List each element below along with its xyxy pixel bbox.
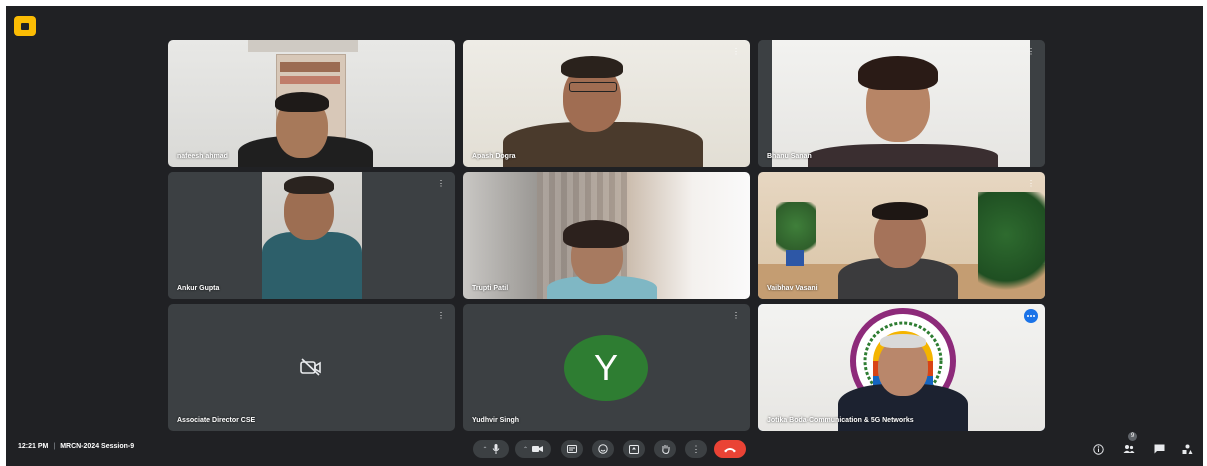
emoji-button[interactable] [592,440,614,458]
video-feed [168,172,455,299]
participant-tile[interactable]: ⋮ Vaibhav Vasani [758,172,1045,299]
video-feed [168,40,455,167]
more-options-icon[interactable]: ⋮ [435,310,447,322]
end-call-button[interactable] [714,440,746,458]
meet-tab-icon[interactable] [14,16,36,36]
end-call-icon [724,447,736,452]
more-options-icon[interactable]: ⋮ [1025,178,1037,190]
people-icon[interactable] [1122,442,1136,456]
participant-name: Bhanu Sanan [767,153,812,160]
more-options-icon[interactable]: ⋮ [435,178,447,190]
participant-tile[interactable]: nafeesh ahmad [168,40,455,167]
participant-count-badge: 9 [1128,432,1137,441]
info-icon[interactable] [1091,442,1105,456]
participant-tile-active-speaker[interactable]: Jotika Boda-Communication & 5G Networks [758,304,1045,431]
meeting-info: 12:21 PM | MRCN-2024 Session-9 [18,443,134,450]
camera-icon [532,446,544,452]
captions-button[interactable] [561,440,583,458]
separator: | [53,443,56,450]
participant-name: Yudhvir Singh [472,417,520,424]
more-options-button[interactable]: ⋮ [685,440,707,458]
participant-avatar: Y [564,335,648,401]
more-options-icon: ⋮ [691,443,701,454]
participant-name: Associate Director CSE [177,417,256,424]
more-options-icon[interactable]: ⋮ [730,310,742,322]
more-options-icon[interactable]: ⋮ [1025,46,1037,58]
speaking-indicator-icon [1024,309,1038,323]
activities-icon[interactable] [1180,442,1194,456]
participant-name: Vaibhav Vasani [767,285,818,292]
more-options-icon[interactable]: ⋮ [730,46,742,58]
participant-tile[interactable]: Trupti Patil [463,172,750,299]
participant-tile[interactable]: ⋮ Bhanu Sanan [758,40,1045,167]
mic-icon [492,444,499,454]
chevron-up-icon[interactable]: ⌃ [523,446,528,453]
video-feed [758,40,1045,167]
raise-hand-button[interactable] [654,440,676,458]
raise-hand-icon [661,445,669,454]
chat-icon[interactable] [1152,442,1166,456]
video-feed [463,40,750,167]
chevron-up-icon[interactable]: ⌃ [482,446,487,453]
meeting-time: 12:21 PM [18,443,49,450]
camera-off-icon [300,358,321,376]
mic-button[interactable]: ⌃ [473,440,509,458]
participant-tile[interactable]: Y ⋮ Yudhvir Singh [463,304,750,431]
captions-icon [567,445,577,453]
participant-name: Jotika Boda-Communication & 5G Networks [767,417,914,424]
participant-name: Trupti Patil [472,285,509,292]
participant-name: Ankur Gupta [177,285,220,292]
meet-window: nafeesh ahmad ⋮ Apash Dogra ⋮ Bhanu Sana… [6,6,1203,466]
participant-tile[interactable]: ⋮ Ankur Gupta [168,172,455,299]
video-feed [463,172,750,299]
meeting-title: MRCN-2024 Session-9 [60,443,135,450]
camera-button[interactable]: ⌃ [515,440,551,458]
meeting-toolbar: 12:21 PM | MRCN-2024 Session-9 ⌃ ⌃ ⋮ 9 [6,432,1203,466]
present-icon [629,444,639,454]
participant-tile[interactable]: ⋮ Apash Dogra [463,40,750,167]
video-feed [758,304,1045,431]
participant-name: Apash Dogra [472,153,516,160]
participant-tile[interactable]: ⋮ Associate Director CSE [168,304,455,431]
emoji-icon [598,444,608,454]
participant-name: nafeesh ahmad [177,153,228,160]
video-feed [758,172,1045,299]
present-button[interactable] [623,440,645,458]
